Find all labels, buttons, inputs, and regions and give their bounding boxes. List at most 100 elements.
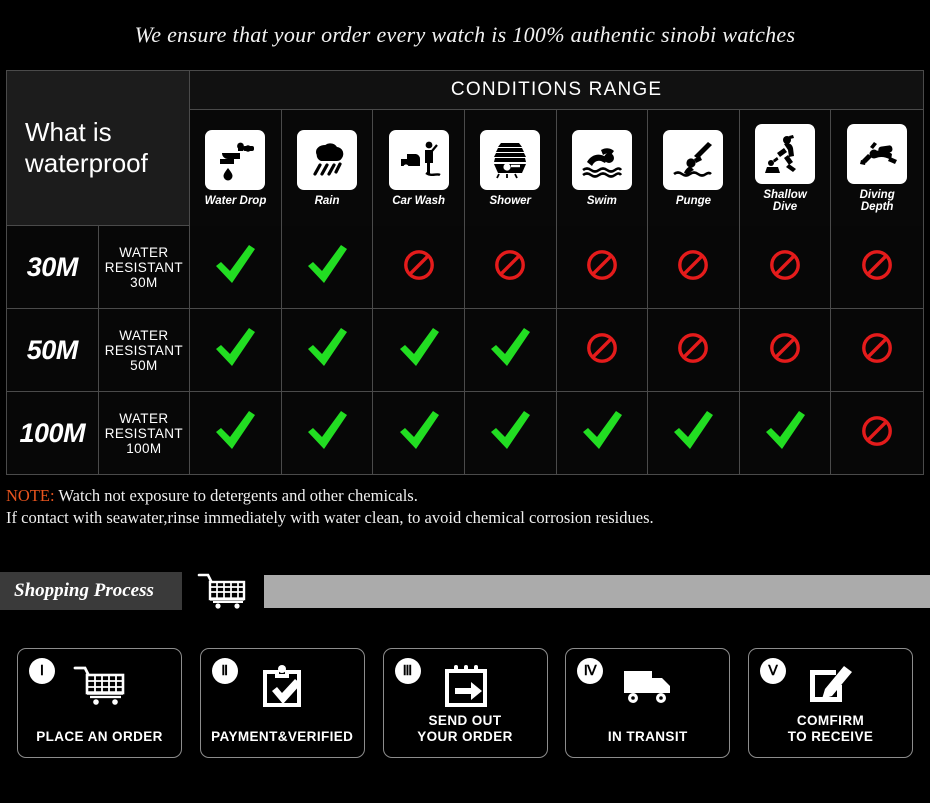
- conditions-range-label: CONDITIONS RANGE: [450, 79, 663, 100]
- cell-not-supported: [648, 309, 740, 392]
- prohibition-icon: [768, 248, 802, 282]
- table-title-cell: What is waterproof: [7, 71, 191, 226]
- water-resistance-label: WATER RESISTANT 30M: [98, 226, 191, 309]
- check-mark-icon: [308, 244, 348, 283]
- shopping-cart-icon: [182, 571, 264, 611]
- cell-supported: [281, 309, 374, 392]
- car-wash-icon: [388, 130, 449, 190]
- step-card-2[interactable]: Ⅱ PAYMENT&VERIFIED: [199, 648, 365, 758]
- prohibition-icon: [585, 248, 619, 282]
- check-mark-icon: [766, 410, 806, 449]
- note-block: NOTE: Watch not exposure to detergents a…: [0, 475, 930, 529]
- depth-label: 30M: [7, 226, 99, 309]
- prohibition-icon: [493, 248, 527, 282]
- edit-pencil-icon: [749, 661, 912, 711]
- check-mark-icon: [674, 410, 714, 449]
- cell-supported: [281, 392, 374, 474]
- cell-not-supported: [739, 309, 832, 392]
- cell-supported: [373, 309, 465, 392]
- check-mark-icon: [212, 244, 258, 286]
- check-mark-icon: [308, 410, 348, 449]
- step-card-5[interactable]: Ⅴ COMFIRM TO RECEIVE: [748, 648, 913, 758]
- prohibition-icon: [678, 249, 709, 280]
- condition-label: Water Drop: [190, 195, 281, 210]
- shopping-process-tag: Shopping Process: [0, 572, 182, 610]
- check-mark-icon: [216, 244, 256, 283]
- condition-label: Shallow Dive: [740, 189, 831, 216]
- check-mark-icon: [670, 410, 716, 452]
- check-mark-icon: [582, 410, 622, 449]
- swimmer-icon: [571, 130, 632, 190]
- condition-label-line: Rain: [314, 195, 340, 207]
- condition-label: Punge: [648, 195, 739, 210]
- table-title: What is waterproof: [25, 117, 148, 178]
- check-mark-icon: [216, 410, 256, 449]
- condition-label-line: Shower: [489, 195, 532, 207]
- step-label: COMFIRM TO RECEIVE: [749, 713, 912, 745]
- cell-supported: [190, 392, 282, 474]
- scuba-diver-icon: [847, 124, 908, 184]
- prohibition-icon: [862, 415, 893, 446]
- condition-label: Car Wash: [373, 195, 464, 210]
- prohibition-icon: [860, 248, 894, 282]
- check-mark-icon: [396, 410, 442, 452]
- check-mark-icon: [399, 327, 439, 366]
- condition-column-7: Shallow Dive: [739, 110, 832, 226]
- shopping-process-strip: Shopping Process: [0, 568, 930, 614]
- condition-label-line: Diving: [859, 189, 895, 201]
- check-mark-icon: [491, 327, 531, 366]
- shopping-process-title: Shopping Process: [14, 580, 154, 601]
- clipboard-check-icon: [201, 661, 364, 711]
- prohibition-icon: [586, 249, 617, 280]
- condition-label: Diving Depth: [831, 189, 923, 216]
- condition-label: Shower: [465, 195, 556, 210]
- water-resistance-label: WATER RESISTANT 50M: [98, 309, 191, 392]
- check-mark-icon: [396, 327, 442, 369]
- step-label-line: PLACE AN ORDER: [36, 729, 163, 744]
- depth-label: 100M: [7, 392, 99, 474]
- step-label-line: YOUR ORDER: [417, 729, 513, 744]
- check-mark-icon: [399, 410, 439, 449]
- condition-label-line: Car Wash: [392, 195, 446, 207]
- condition-label-line: Punge: [675, 195, 712, 207]
- table-row: 30M WATER RESISTANT 30M: [7, 226, 923, 309]
- condition-label: Swim: [557, 195, 648, 210]
- prohibition-icon: [586, 332, 617, 363]
- condition-label: Rain: [282, 195, 373, 210]
- prohibition-icon: [862, 332, 893, 363]
- prohibition-icon: [768, 331, 802, 365]
- check-mark-icon: [579, 410, 625, 452]
- condition-label-line: Water Drop: [204, 195, 267, 207]
- check-mark-icon: [308, 327, 348, 366]
- conditions-range-header: CONDITIONS RANGE: [190, 71, 923, 110]
- check-mark-icon: [212, 327, 258, 369]
- rain-cloud-icon: [297, 130, 358, 190]
- shower-bath-icon: [480, 130, 541, 190]
- shopping-steps: Ⅰ PLACE AN ORDER Ⅱ PAYMENT&VERIFIED Ⅲ SEND OU…: [0, 648, 930, 758]
- shallow-dive-icon: [755, 124, 816, 184]
- prohibition-icon: [860, 414, 894, 448]
- step-card-3[interactable]: Ⅲ SEND OUT YOUR ORDER: [382, 648, 548, 758]
- condition-column-1: Water Drop: [190, 110, 282, 226]
- cell-supported: [648, 392, 740, 474]
- faucet-drip-icon: [205, 130, 266, 190]
- prohibition-icon: [860, 331, 894, 365]
- condition-column-4: Shower: [464, 110, 557, 226]
- condition-column-3: Car Wash: [373, 110, 465, 226]
- step-label-line: IN TRANSIT: [607, 729, 688, 744]
- note-line-2: If contact with seawater,rinse immediate…: [6, 508, 654, 527]
- step-card-1[interactable]: Ⅰ PLACE AN ORDER: [17, 648, 182, 758]
- step-card-4[interactable]: Ⅳ IN TRANSIT: [565, 648, 731, 758]
- cell-not-supported: [739, 226, 832, 309]
- cell-supported: [373, 392, 465, 474]
- step-label-line: COMFIRM: [796, 713, 865, 728]
- condition-column-2: Rain: [281, 110, 374, 226]
- cell-supported: [739, 392, 832, 474]
- table-row: 50M WATER RESISTANT 50M: [7, 309, 923, 392]
- prohibition-icon: [770, 249, 800, 280]
- headline-text: We ensure that your order every watch is…: [134, 22, 796, 47]
- cell-supported: [556, 392, 649, 474]
- prohibition-icon: [770, 332, 800, 363]
- cell-not-supported: [831, 392, 923, 474]
- step-label-line: SEND OUT: [428, 713, 502, 728]
